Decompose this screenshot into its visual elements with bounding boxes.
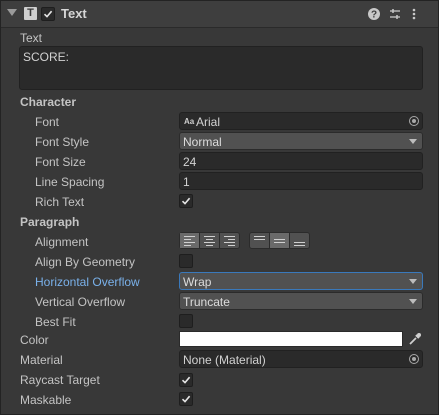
alignment-label: Alignment (35, 235, 89, 249)
best-fit-checkbox[interactable] (179, 314, 193, 328)
line-spacing-value: 1 (183, 175, 190, 189)
font-asset-icon: Aa (184, 117, 195, 126)
font-style-dropdown[interactable]: Normal (179, 132, 423, 150)
vertical-overflow-label: Vertical Overflow (35, 295, 126, 309)
font-size-value: 24 (183, 155, 197, 169)
align-center-button[interactable] (200, 233, 220, 248)
best-fit-label: Best Fit (35, 315, 76, 329)
align-middle-button[interactable] (270, 233, 290, 248)
font-size-label: Font Size (35, 155, 86, 169)
rich-text-label: Rich Text (35, 195, 85, 209)
material-label: Material (20, 353, 63, 367)
chevron-down-icon (409, 139, 417, 144)
text-component-icon: T (24, 7, 37, 20)
rich-text-checkbox[interactable] (179, 194, 193, 208)
line-spacing-field[interactable]: 1 (179, 172, 423, 190)
chevron-down-icon (409, 299, 417, 304)
font-size-field[interactable]: 24 (179, 152, 423, 170)
presets-icon[interactable] (388, 7, 402, 21)
color-label: Color (20, 333, 49, 347)
kebab-menu-icon[interactable] (407, 7, 421, 21)
align-by-geometry-label: Align By Geometry (35, 255, 136, 269)
align-left-button[interactable] (180, 233, 200, 248)
raycast-target-checkbox[interactable] (179, 373, 193, 387)
color-swatch-field[interactable] (179, 331, 403, 347)
font-value: Arial (196, 115, 221, 129)
component-header[interactable]: T Text ? (1, 1, 438, 28)
maskable-label: Maskable (20, 393, 72, 407)
horizontal-alignment-group (179, 232, 240, 249)
component-enabled-checkbox[interactable] (41, 7, 55, 21)
object-picker-icon[interactable] (409, 116, 419, 126)
text-input-area[interactable]: SCORE: (19, 46, 423, 90)
align-right-button[interactable] (220, 233, 239, 248)
text-label: Text (20, 31, 43, 45)
font-field[interactable]: Aa Arial (179, 112, 423, 130)
text-value: SCORE: (23, 50, 70, 64)
material-field[interactable]: None (Material) (179, 350, 423, 368)
font-style-value: Normal (183, 135, 222, 149)
material-value: None (Material) (183, 353, 266, 367)
text-component-panel: T Text ? Text SCORE: Character Font Aa A… (0, 0, 439, 415)
raycast-target-label: Raycast Target (20, 373, 100, 387)
character-heading: Character (20, 95, 77, 109)
maskable-checkbox[interactable] (179, 392, 193, 406)
font-style-label: Font Style (35, 135, 90, 149)
svg-text:?: ? (371, 10, 377, 21)
help-icon[interactable]: ? (367, 7, 381, 21)
checkmark-icon (181, 197, 191, 205)
vertical-alignment-group (249, 232, 310, 249)
foldout-arrow-icon[interactable] (7, 9, 17, 16)
font-label: Font (35, 115, 60, 129)
vertical-overflow-dropdown[interactable]: Truncate (179, 292, 423, 310)
checkmark-icon (181, 395, 191, 403)
paragraph-heading: Paragraph (20, 215, 80, 229)
eyedropper-icon[interactable] (407, 331, 423, 347)
horizontal-overflow-value: Wrap (183, 275, 212, 289)
checkmark-icon (43, 10, 53, 18)
vertical-overflow-value: Truncate (183, 295, 230, 309)
horizontal-overflow-dropdown[interactable]: Wrap (179, 272, 423, 290)
component-title: Text (61, 6, 87, 21)
line-spacing-label: Line Spacing (35, 175, 105, 189)
align-by-geometry-checkbox[interactable] (179, 254, 193, 268)
checkmark-icon (181, 376, 191, 384)
chevron-down-icon (409, 279, 417, 284)
object-picker-icon[interactable] (409, 354, 419, 364)
align-top-button[interactable] (250, 233, 270, 248)
align-bottom-button[interactable] (290, 233, 309, 248)
horizontal-overflow-label: Horizontal Overflow (35, 275, 140, 289)
